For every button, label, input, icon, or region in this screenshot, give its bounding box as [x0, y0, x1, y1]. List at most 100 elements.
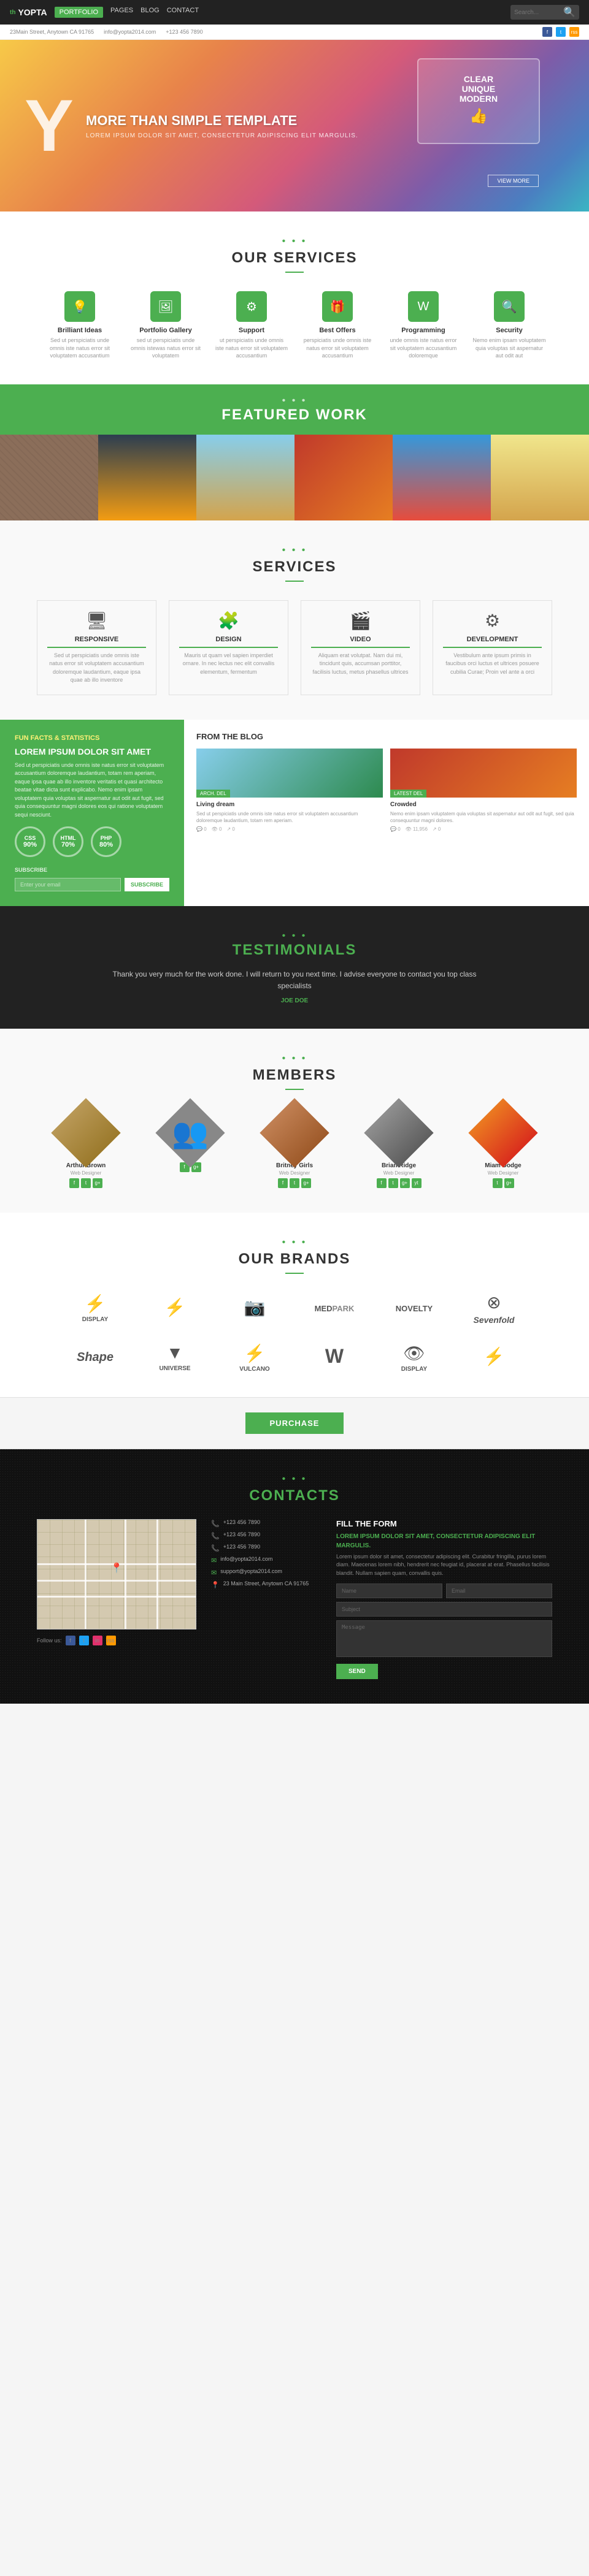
- brand-name-novelty: NOVELTY: [383, 1304, 445, 1313]
- member-yt-icon-4[interactable]: yt: [412, 1178, 422, 1188]
- services2-underline: [285, 581, 304, 582]
- brand-2[interactable]: ⚡: [144, 1297, 206, 1320]
- nav-link-pages[interactable]: PAGES: [110, 7, 133, 18]
- service-item-programming: W Programming unde omnis iste natus erro…: [387, 291, 460, 360]
- brand-universe[interactable]: ▼ UNIVERSE: [144, 1343, 206, 1372]
- service2-development: ⚙ DEVELOPMENT Vestibulum ante ipsum prim…: [433, 600, 552, 695]
- follow-tw-icon[interactable]: t: [79, 1636, 89, 1645]
- follow-fb-icon[interactable]: f: [66, 1636, 75, 1645]
- facebook-icon[interactable]: f: [542, 27, 552, 37]
- services-dots: • • •: [37, 236, 552, 247]
- mockup-thumb: 👍: [460, 107, 498, 125]
- members-section: • • • MEMBERS Arthur Brown Web Designer …: [0, 1029, 589, 1213]
- form-description: Lorem ipsum dolor sit amet, consectetur …: [336, 1553, 552, 1578]
- contact-address: 📍 23 Main Street, Anytown CA 91765: [211, 1580, 321, 1589]
- member-tw-icon-3[interactable]: t: [290, 1178, 299, 1188]
- hero-letter: Y: [25, 89, 74, 162]
- member-fb-icon-4[interactable]: f: [377, 1178, 387, 1188]
- brand-display1[interactable]: ⚡ DISPLAY: [64, 1294, 126, 1323]
- member-tw-icon-4[interactable]: t: [388, 1178, 398, 1188]
- members-heading: MEMBERS: [37, 1067, 552, 1084]
- member-avatar-miam: [468, 1098, 537, 1167]
- portfolio-item-5[interactable]: [393, 435, 491, 520]
- portfolio-item-2[interactable]: [98, 435, 196, 520]
- service-item-ideas: 💡 Brilliant Ideas Sed ut perspiciatis un…: [43, 291, 117, 360]
- search-input[interactable]: [514, 9, 563, 16]
- view-more-button[interactable]: VIEW MORE: [488, 175, 539, 187]
- map-marker: 📍: [110, 1562, 123, 1574]
- service-icon-support: ⚙: [236, 291, 267, 322]
- contact-info-col: 📞 +123 456 7890 📞 +123 456 7890 📞 +123 4…: [211, 1519, 321, 1680]
- form-name-email-row: [336, 1583, 552, 1598]
- purchase-button[interactable]: PURCHASE: [245, 1412, 344, 1434]
- portfolio-item-6[interactable]: [491, 435, 589, 520]
- brand-w[interactable]: W: [304, 1345, 365, 1370]
- send-button[interactable]: SEND: [336, 1664, 378, 1679]
- brand-novelty[interactable]: NOVELTY: [383, 1304, 445, 1313]
- nav-link-blog[interactable]: BLOG: [141, 7, 160, 18]
- brand-sevenfold[interactable]: ⊗ Sevenfold: [463, 1292, 525, 1325]
- blog-col: FROM THE BLOG ARCH. DEL Living dream Sed…: [184, 720, 589, 907]
- purchase-banner: PURCHASE: [0, 1397, 589, 1449]
- member-tw-icon[interactable]: t: [81, 1178, 91, 1188]
- hero-subtitle: LOREM IPSUM DOLOR SIT AMET, CONSECTETUR …: [86, 132, 358, 139]
- member-gp-icon[interactable]: g+: [93, 1178, 102, 1188]
- contact-email-2: ✉ support@yopta2014.com: [211, 1568, 321, 1577]
- phone-text-1: +123 456 7890: [223, 1519, 260, 1525]
- brand-camera[interactable]: 📷: [224, 1297, 285, 1320]
- testimonials-heading: TESTIMONIALS: [37, 942, 552, 959]
- phone-text-2: +123 456 7890: [223, 1531, 260, 1538]
- member-fb-icon-3[interactable]: f: [278, 1178, 288, 1188]
- follow-rss-icon[interactable]: rss: [106, 1636, 116, 1645]
- member-tw-icon-5[interactable]: t: [493, 1178, 502, 1188]
- navbar: th YOPTA PORTFOLIO PAGES BLOG CONTACT 🔍: [0, 0, 589, 25]
- form-subject-row: [336, 1602, 552, 1617]
- service2-icon-design: 🧩: [179, 611, 278, 631]
- blog-posts-row: ARCH. DEL Living dream Sed ut perspiciat…: [196, 749, 577, 832]
- brand-display2[interactable]: 👁 DISPLAY: [383, 1343, 445, 1373]
- topbar-email: info@yopta2014.com: [104, 29, 156, 35]
- form-message-textarea[interactable]: [336, 1620, 552, 1657]
- stat-php: PHP 80%: [91, 826, 121, 857]
- brand-vulcano[interactable]: ⚡ VULCANO: [224, 1343, 285, 1373]
- brand-shape[interactable]: Shape: [64, 1351, 126, 1365]
- follow-insta-icon[interactable]: in: [93, 1636, 102, 1645]
- brand-medpark[interactable]: MEDPARK: [304, 1304, 365, 1313]
- member-gp-icon-3[interactable]: g+: [301, 1178, 311, 1188]
- member-brian: Brian Ridge Web Designer f t g+ yt: [356, 1108, 442, 1188]
- nav-link-portfolio[interactable]: PORTFOLIO: [55, 7, 103, 18]
- brand-icon-sevenfold: ⊗: [463, 1292, 525, 1313]
- members-title: • • • MEMBERS: [37, 1053, 552, 1090]
- member-fb-icon[interactable]: f: [69, 1178, 79, 1188]
- blog-post-2[interactable]: LATEST DEL Crowded Nemo enim ipsam volup…: [390, 749, 577, 832]
- service-desc-gallery: sed ut perspiciatis unde omnis istewas n…: [129, 337, 202, 360]
- subscribe-button[interactable]: SUBSCRIBE: [125, 878, 169, 891]
- portfolio-item-3[interactable]: [196, 435, 294, 520]
- search-icon[interactable]: 🔍: [563, 6, 576, 18]
- form-name-input[interactable]: [336, 1583, 442, 1598]
- member-icons-britney: f t g+: [252, 1178, 337, 1188]
- featured-dots: • • •: [37, 395, 552, 406]
- blog-post-1[interactable]: ARCH. DEL Living dream Sed ut perspiciat…: [196, 749, 383, 832]
- portfolio-item-4[interactable]: [294, 435, 393, 520]
- blog-post-text-1: Sed ut perspiciatis unde omnis iste natu…: [196, 810, 383, 824]
- member-avatar-inner-placeholder: 👥: [155, 1098, 225, 1167]
- subscribe-input[interactable]: [15, 878, 121, 891]
- twitter-icon[interactable]: t: [556, 27, 566, 37]
- member-gp-icon-4[interactable]: g+: [400, 1178, 410, 1188]
- services2-dots: • • •: [37, 545, 552, 556]
- portfolio-item-1[interactable]: [0, 435, 98, 520]
- service-item-security: 🔍 Security Nemo enim ipsam voluptatem qu…: [472, 291, 546, 360]
- rss-icon[interactable]: rss: [569, 27, 579, 37]
- form-email-input[interactable]: [446, 1583, 552, 1598]
- brands-dots: • • •: [37, 1237, 552, 1248]
- member-icons-arthur: f t g+: [43, 1178, 129, 1188]
- service2-design: 🧩 DESIGN Mauris ut quam vel sapien imper…: [169, 600, 288, 695]
- contact-phone-3: 📞 +123 456 7890: [211, 1544, 321, 1552]
- brand-icon-w: W: [304, 1345, 365, 1368]
- brand-12[interactable]: ⚡: [463, 1346, 525, 1369]
- member-gp-icon-5[interactable]: g+: [504, 1178, 514, 1188]
- address-text: 23 Main Street, Anytown CA 91765: [223, 1580, 309, 1587]
- form-subject-input[interactable]: [336, 1602, 552, 1617]
- nav-link-contact[interactable]: CONTACT: [167, 7, 199, 18]
